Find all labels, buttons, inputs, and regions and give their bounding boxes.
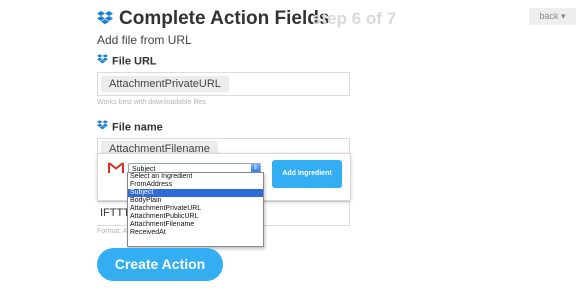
file-name-label: File name — [97, 120, 163, 134]
folder-path-hint: Format: A — [97, 228, 128, 235]
action-subtitle: Add file from URL — [97, 33, 192, 47]
add-ingredient-button[interactable]: Add Ingredient — [272, 160, 342, 188]
header: Complete Action Fields step 6 of 7 back … — [97, 8, 576, 30]
ingredient-pill[interactable]: AttachmentPrivateURL — [101, 76, 229, 92]
ingredient-option[interactable]: Select an Ingredient — [128, 173, 263, 181]
step-indicator: step 6 of 7 — [312, 9, 397, 28]
gmail-icon — [108, 161, 124, 179]
file-url-hint: Works best with downloadable files — [97, 99, 206, 106]
create-action-button[interactable]: Create Action — [97, 248, 223, 281]
ingredient-option[interactable]: BodyPlain — [128, 197, 263, 205]
back-button[interactable]: back ▾ — [529, 8, 576, 25]
dropbox-icon — [97, 11, 113, 30]
ingredient-option[interactable]: AttachmentFilename — [128, 221, 263, 229]
file-url-label-text: File URL — [112, 55, 157, 68]
file-name-label-text: File name — [112, 121, 163, 134]
file-url-field[interactable]: AttachmentPrivateURL — [97, 72, 350, 96]
ingredient-option[interactable]: AttachmentPublicURL — [128, 213, 263, 221]
ingredient-option-selected[interactable]: Subject — [128, 189, 263, 197]
ingredient-option[interactable]: ReceivedAt — [128, 229, 263, 237]
dropbox-icon — [97, 120, 108, 133]
ingredient-option[interactable]: FromAddress — [128, 181, 263, 189]
dropbox-icon — [97, 54, 108, 67]
ingredient-option[interactable]: AttachmentPrivateURL — [128, 205, 263, 213]
file-url-label: File URL — [97, 54, 157, 68]
back-label: back — [539, 11, 559, 21]
page-title: Complete Action Fields — [119, 8, 330, 29]
ingredient-dropdown: Select an Ingredient FromAddress Subject… — [127, 172, 264, 247]
